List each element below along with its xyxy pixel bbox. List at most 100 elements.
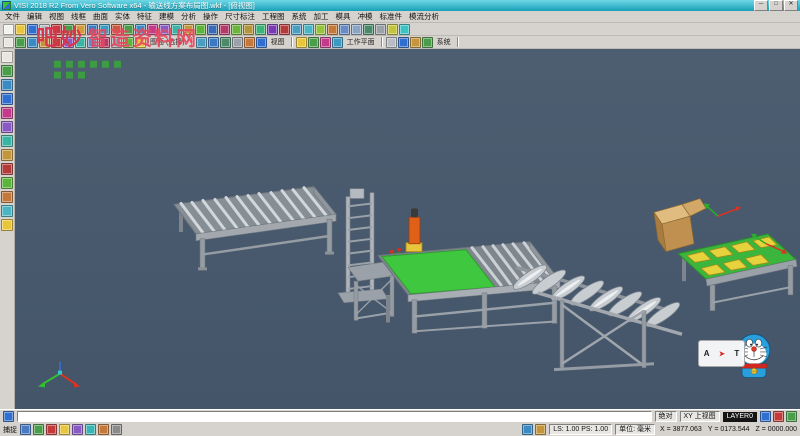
shell-icon[interactable] — [267, 24, 278, 35]
snap-grid-icon[interactable] — [33, 424, 44, 435]
snap-tangent-icon[interactable] — [111, 424, 122, 435]
menu-item-11[interactable]: 尺寸标注 — [225, 11, 255, 22]
menu-item-15[interactable]: 模具 — [336, 11, 351, 22]
menu-item-14[interactable]: 加工 — [314, 11, 329, 22]
redo-icon[interactable] — [99, 24, 110, 35]
background-icon[interactable] — [256, 37, 267, 48]
shade-icon[interactable] — [363, 24, 374, 35]
view-top-icon[interactable] — [339, 24, 350, 35]
perspective-icon[interactable] — [244, 37, 255, 48]
toolbar-group-label-1[interactable]: 图面 (选择) — [147, 37, 188, 47]
show-all-icon[interactable] — [123, 37, 134, 48]
select-chain-icon[interactable] — [39, 37, 50, 48]
select-poly-icon[interactable] — [27, 37, 38, 48]
viewport-3d[interactable]: A ➤ T — [14, 49, 800, 409]
wireframe-icon[interactable] — [375, 24, 386, 35]
mask-icon[interactable] — [773, 411, 784, 422]
menu-item-9[interactable]: 分析 — [181, 11, 196, 22]
select-icon[interactable] — [3, 37, 14, 48]
select-color-icon[interactable] — [51, 37, 62, 48]
pan-icon[interactable] — [315, 24, 326, 35]
workplane-field[interactable]: XY 上视图 — [680, 411, 720, 422]
menu-item-1[interactable]: 文件 — [5, 11, 20, 22]
menu-item-17[interactable]: 标准件 — [380, 11, 403, 22]
view-nav-panel[interactable]: A ➤ T — [698, 340, 745, 367]
circle-icon[interactable] — [159, 24, 170, 35]
coord-mode-field[interactable]: 绝对 — [655, 411, 677, 422]
solid-icon[interactable] — [207, 24, 218, 35]
layer-visibility-icon[interactable] — [760, 411, 771, 422]
help-icon[interactable] — [399, 24, 410, 35]
snap-center-icon[interactable] — [72, 424, 83, 435]
menu-item-5[interactable]: 曲面 — [93, 11, 108, 22]
draw-line-icon[interactable] — [1, 79, 13, 91]
viewport-canvas[interactable] — [14, 49, 800, 409]
filter-icon[interactable] — [87, 37, 98, 48]
toolbar-group-label-4[interactable]: 系统 — [434, 37, 454, 47]
floating-toolbar[interactable] — [54, 61, 121, 79]
tracking-icon[interactable] — [535, 424, 546, 435]
menu-item-10[interactable]: 操作 — [203, 11, 218, 22]
rectangle-icon[interactable] — [171, 24, 182, 35]
save-icon[interactable] — [27, 24, 38, 35]
line-icon[interactable] — [135, 24, 146, 35]
open-icon[interactable] — [15, 24, 26, 35]
offset-icon[interactable] — [1, 163, 13, 175]
menu-item-13[interactable]: 系统 — [292, 11, 307, 22]
extrude-icon[interactable] — [219, 24, 230, 35]
fillet-icon[interactable] — [243, 24, 254, 35]
zoom-window-icon[interactable] — [303, 24, 314, 35]
select-window-icon[interactable] — [15, 37, 26, 48]
dimension-icon[interactable] — [1, 219, 13, 231]
draw-rectangle-icon[interactable] — [1, 135, 13, 147]
prompt-icon[interactable] — [3, 411, 14, 422]
invert-selection-icon[interactable] — [99, 37, 110, 48]
snap-end-icon[interactable] — [46, 424, 57, 435]
wp-xy-icon[interactable] — [296, 37, 307, 48]
attributes-icon[interactable] — [410, 37, 421, 48]
minimize-button[interactable]: ─ — [754, 0, 768, 11]
menu-item-12[interactable]: 工程图 — [262, 11, 285, 22]
view-iso-icon[interactable] — [351, 24, 362, 35]
menu-item-7[interactable]: 特征 — [137, 11, 152, 22]
arc-icon[interactable] — [147, 24, 158, 35]
draw-arc-icon[interactable] — [1, 107, 13, 119]
print-icon[interactable] — [39, 24, 50, 35]
surface-icon[interactable] — [195, 24, 206, 35]
rotate-view-icon[interactable] — [327, 24, 338, 35]
draw-point-icon[interactable] — [1, 65, 13, 77]
active-layer-badge[interactable]: LAYER0 — [723, 412, 757, 422]
wp-front-icon[interactable] — [308, 37, 319, 48]
coord-mode-icon[interactable] — [522, 424, 533, 435]
paste-icon[interactable] — [75, 24, 86, 35]
select-arrow-icon[interactable] — [1, 51, 13, 63]
boolean-icon[interactable] — [279, 24, 290, 35]
grid-toggle-icon[interactable] — [786, 411, 797, 422]
measure-icon[interactable] — [387, 24, 398, 35]
nav-letter-a[interactable]: A — [704, 349, 710, 358]
hide-icon[interactable] — [111, 37, 122, 48]
wp-3points-icon[interactable] — [320, 37, 331, 48]
menu-item-16[interactable]: 冲模 — [358, 11, 373, 22]
draw-circle-icon[interactable] — [1, 121, 13, 133]
snap-settings-icon[interactable] — [20, 424, 31, 435]
zoom-fit-icon[interactable] — [291, 24, 302, 35]
delete-icon[interactable] — [111, 24, 122, 35]
nav-letter-t[interactable]: T — [734, 349, 739, 358]
menu-item-2[interactable]: 编辑 — [27, 11, 42, 22]
layers-icon[interactable] — [398, 37, 409, 48]
undo-icon[interactable] — [87, 24, 98, 35]
new-icon[interactable] — [3, 24, 14, 35]
rotate-arrow-icon[interactable]: ➤ — [719, 350, 725, 358]
toolbar-group-label-2[interactable]: 视图 — [268, 37, 288, 47]
isolate-icon[interactable] — [135, 37, 146, 48]
move-icon[interactable] — [1, 191, 13, 203]
snap-intersect-icon[interactable] — [85, 424, 96, 435]
menu-item-6[interactable]: 实体 — [115, 11, 130, 22]
close-button[interactable]: ✕ — [784, 0, 798, 11]
point-icon[interactable] — [123, 24, 134, 35]
mirror-icon[interactable] — [1, 177, 13, 189]
database-icon[interactable] — [422, 37, 433, 48]
regen-icon[interactable] — [208, 37, 219, 48]
menu-item-8[interactable]: 建模 — [159, 11, 174, 22]
